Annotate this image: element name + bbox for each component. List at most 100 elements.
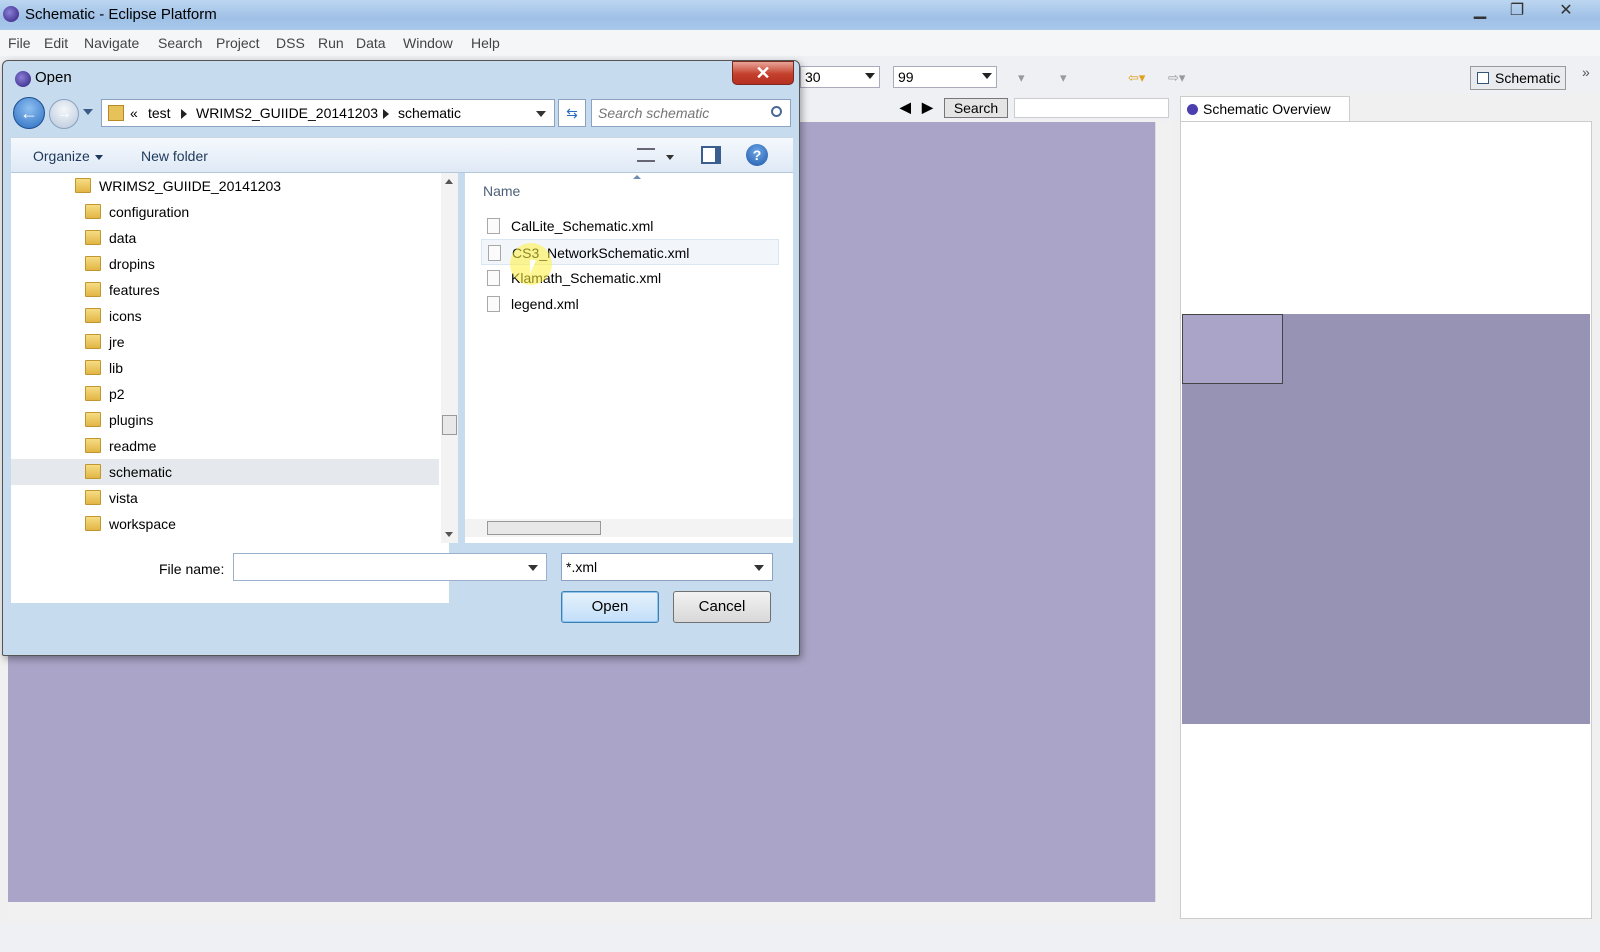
breadcrumb-overflow[interactable]: « — [130, 105, 138, 121]
menu-help[interactable]: Help — [471, 35, 500, 51]
breadcrumb-wrims[interactable]: WRIMS2_GUIIDE_20141203 — [196, 105, 378, 121]
tree-item-jre[interactable]: jre — [11, 329, 439, 355]
menu-file[interactable]: File — [8, 35, 31, 51]
file-name-field[interactable] — [233, 553, 547, 581]
tree-item-label: lib — [109, 360, 124, 376]
tree-item-vista[interactable]: vista — [11, 485, 439, 511]
file-name-input[interactable] — [238, 558, 508, 576]
file-item-callite[interactable]: CalLite_Schematic.xml — [481, 213, 779, 239]
breadcrumb-separator-icon[interactable] — [383, 109, 389, 119]
combo-1-value: 30 — [805, 69, 821, 85]
scroll-thumb[interactable] — [442, 415, 457, 435]
canvas-horizontal-scrollbar[interactable] — [8, 902, 1172, 919]
perspective-label: Schematic — [1495, 70, 1561, 86]
menu-project[interactable]: Project — [216, 35, 260, 51]
tree-item-icons[interactable]: icons — [11, 303, 439, 329]
minimize-button[interactable]: ▁ — [1460, 0, 1500, 22]
dialog-close-button[interactable]: ✕ — [732, 61, 794, 85]
file-item-label: legend.xml — [511, 296, 579, 312]
menu-navigate[interactable]: Navigate — [84, 35, 139, 51]
restore-button[interactable]: ❐ — [1497, 0, 1537, 22]
back-button[interactable]: ← — [13, 97, 45, 129]
chevron-down-icon[interactable] — [528, 565, 538, 571]
menu-window[interactable]: Window — [403, 35, 453, 51]
tree-item-schematic[interactable]: schematic — [11, 459, 439, 485]
scroll-up-icon[interactable] — [445, 179, 453, 184]
overview-tab-label: Schematic Overview — [1203, 101, 1331, 117]
folder-icon — [85, 282, 101, 297]
preview-pane-icon[interactable] — [701, 146, 721, 164]
search-icon[interactable] — [771, 106, 782, 117]
organize-label: Organize — [33, 148, 90, 164]
combo-1[interactable]: 30 — [800, 66, 880, 88]
chevron-right-icon[interactable]: » — [1582, 64, 1590, 80]
menu-data[interactable]: Data — [356, 35, 386, 51]
scroll-down-icon[interactable] — [445, 532, 453, 537]
next-icon[interactable]: ▶ — [922, 99, 933, 116]
tree-item-data[interactable]: data — [11, 225, 439, 251]
overview-viewport[interactable] — [1182, 314, 1283, 384]
scroll-thumb[interactable] — [487, 521, 601, 535]
menu-run[interactable]: Run — [318, 35, 344, 51]
close-window-button[interactable]: ✕ — [1546, 0, 1586, 22]
tree-item-readme[interactable]: readme — [11, 433, 439, 459]
chevron-down-icon[interactable] — [536, 111, 546, 117]
tree-item-lib[interactable]: lib — [11, 355, 439, 381]
file-type-select[interactable]: *.xml — [561, 553, 773, 581]
toolbar-icon-1[interactable]: ▾ — [1018, 70, 1025, 86]
breadcrumb-separator-icon[interactable] — [181, 109, 187, 119]
forward-button[interactable]: → — [49, 99, 79, 129]
menu-edit[interactable]: Edit — [44, 35, 68, 51]
forward-arrow-icon[interactable]: ⇨▾ — [1168, 70, 1185, 86]
search-input[interactable] — [1014, 98, 1169, 118]
tree-item-plugins[interactable]: plugins — [11, 407, 439, 433]
help-icon[interactable]: ? — [746, 144, 768, 166]
tree-scrollbar[interactable] — [441, 173, 458, 543]
search-field[interactable] — [591, 99, 791, 127]
search-button[interactable]: Search — [944, 98, 1008, 118]
eclipse-icon — [15, 71, 31, 87]
column-header-name[interactable]: Name — [483, 183, 520, 199]
chevron-down-icon[interactable] — [666, 155, 674, 160]
tree-item-label: schematic — [109, 464, 173, 480]
tree-item-dropins[interactable]: dropins — [11, 251, 439, 277]
tree-item-configuration[interactable]: configuration — [11, 199, 439, 225]
change-view-icon[interactable] — [637, 148, 655, 162]
new-folder-button[interactable]: New folder — [141, 148, 208, 164]
tree-item-features[interactable]: features — [11, 277, 439, 303]
prev-icon[interactable]: ◀ — [900, 99, 911, 116]
cancel-button[interactable]: Cancel — [673, 591, 771, 623]
folder-icon — [85, 516, 101, 531]
folder-icon — [85, 230, 101, 245]
tree-item-p2[interactable]: p2 — [11, 381, 439, 407]
mouse-cursor-icon — [530, 260, 542, 274]
tab-schematic-overview[interactable]: Schematic Overview — [1180, 96, 1350, 121]
folder-tree: WRIMS2_GUIIDE_20141203 configuration dat… — [11, 173, 449, 603]
overview-icon — [1187, 104, 1198, 115]
dialog-title: Open — [35, 69, 72, 86]
toolbar-icon-2[interactable]: ▾ — [1060, 70, 1067, 86]
file-list-horizontal-scrollbar[interactable] — [465, 519, 793, 537]
perspective-schematic[interactable]: Schematic — [1470, 66, 1566, 90]
tree-item-workspace[interactable]: workspace — [11, 511, 439, 537]
refresh-button[interactable]: ⇆ — [558, 99, 586, 127]
recent-locations-dropdown[interactable] — [83, 109, 93, 115]
tree-item-label: workspace — [109, 516, 176, 532]
open-button[interactable]: Open — [561, 591, 659, 623]
back-arrow-icon[interactable]: ⇦▾ — [1128, 70, 1145, 86]
tree-item-label: readme — [109, 438, 157, 454]
file-name-label: File name: — [159, 561, 225, 577]
menu-search[interactable]: Search — [158, 35, 202, 51]
menu-dss[interactable]: DSS — [276, 35, 305, 51]
combo-2[interactable]: 99 — [893, 66, 997, 88]
organize-button[interactable]: Organize — [33, 148, 103, 164]
tree-item-label: configuration — [109, 204, 190, 220]
tree-item-label: plugins — [109, 412, 154, 428]
breadcrumb-schematic[interactable]: schematic — [398, 105, 461, 121]
search-input[interactable] — [598, 104, 758, 122]
address-bar[interactable]: « test WRIMS2_GUIIDE_20141203 schematic — [101, 99, 555, 127]
canvas-vertical-scrollbar[interactable] — [1155, 122, 1172, 902]
file-item-legend[interactable]: legend.xml — [481, 291, 779, 317]
tree-item-root[interactable]: WRIMS2_GUIIDE_20141203 — [11, 173, 439, 199]
breadcrumb-test[interactable]: test — [148, 105, 171, 121]
